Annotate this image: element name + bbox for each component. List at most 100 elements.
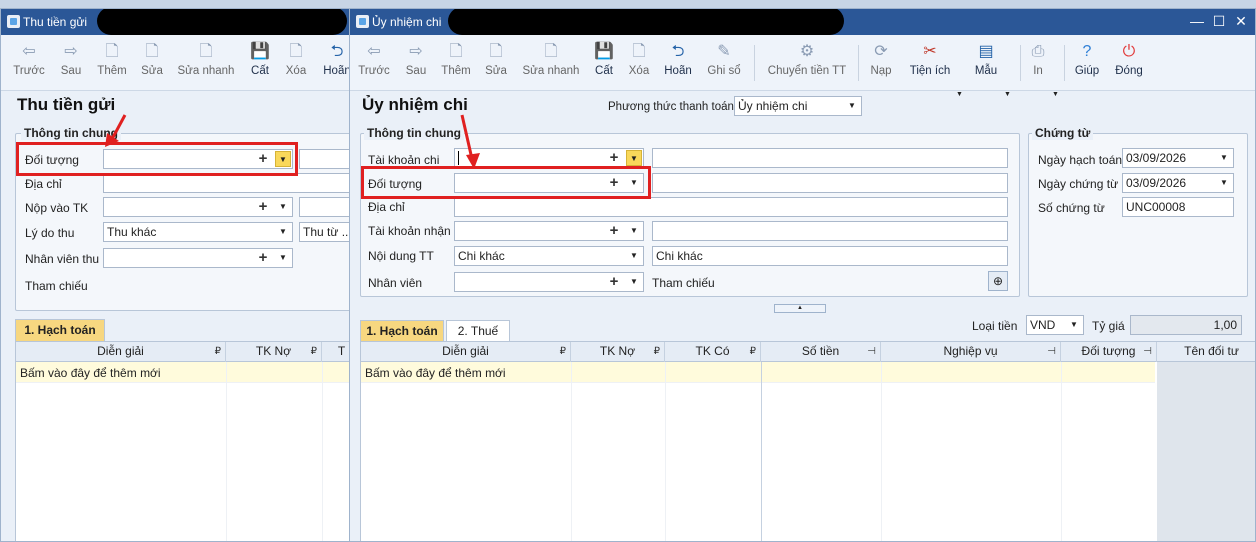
pin-icon[interactable]: ₽ (750, 342, 756, 361)
btn-hoan[interactable]: ⮌ Hoãn (660, 41, 696, 87)
col-doi-tuong[interactable]: Đối tượng ⊣ (1061, 342, 1157, 362)
plus-icon[interactable]: + (607, 222, 621, 239)
chevron-down-icon[interactable]: ▼ (626, 274, 642, 290)
back-doi-tuong-name-field[interactable] (299, 149, 354, 169)
power-icon: ⏻ (1122, 43, 1136, 60)
delete-icon: 🗋 (289, 43, 303, 60)
btn-mau[interactable]: ▤ Mẫu (970, 41, 1002, 87)
tai-khoan-nhan-name-field[interactable] (652, 221, 1008, 241)
pin-icon[interactable]: ₽ (311, 342, 317, 361)
ngay-chung-tu-field[interactable]: 03/09/2026 ▼ (1122, 173, 1234, 193)
noi-dung-tt-desc-field[interactable]: Chi khác (652, 246, 1008, 266)
tab-hach-toan[interactable]: 1. Hạch toán (360, 320, 444, 342)
pin-icon[interactable]: ₽ (215, 342, 221, 361)
so-chung-tu-field[interactable]: UNC00008 (1122, 197, 1234, 217)
red-arrow (460, 114, 480, 169)
chevron-down-icon[interactable]: ▼ (1216, 175, 1232, 191)
chevron-down-icon[interactable]: ▼ (956, 91, 963, 98)
maximize-icon[interactable]: ☐ (1208, 13, 1230, 30)
col-nghiep-vu[interactable]: Nghiệp vụ ⊣ (881, 342, 1061, 362)
nhan-vien-field[interactable]: + ▼ (454, 272, 644, 292)
btn-dong[interactable]: ⏻ Đóng (1112, 41, 1146, 87)
plus-icon[interactable]: + (256, 249, 270, 266)
col-ten-doi-tuong[interactable]: Tên đối tư (1157, 342, 1255, 362)
exchange-rate-field[interactable]: 1,00 (1130, 315, 1242, 335)
back-window-titlebar[interactable]: Thu tiền gửi (1, 9, 354, 35)
btn-sau[interactable]: ⇨ Sau (398, 41, 434, 87)
chevron-down-icon[interactable]: ▼ (626, 150, 642, 166)
doi-tuong-name-field[interactable] (652, 173, 1008, 193)
chevron-down-icon[interactable]: ▼ (844, 98, 860, 114)
chevron-down-icon[interactable]: ▼ (626, 223, 642, 239)
back-dia-chi-field[interactable] (103, 173, 354, 193)
btn-ghi-so[interactable]: ✎ Ghi sổ (704, 41, 744, 87)
btn-them[interactable]: 🗋 Thêm (438, 41, 474, 87)
chevron-down-icon[interactable]: ▼ (275, 199, 291, 215)
back-add-row[interactable]: Bấm vào đây để thêm mới (16, 362, 354, 383)
back-btn-cat[interactable]: 💾 Cất (245, 41, 275, 87)
tai-khoan-chi-field[interactable]: + ▼ (454, 148, 644, 168)
chevron-down-icon[interactable]: ▼ (1004, 91, 1011, 98)
pin-icon[interactable]: ⊣ (1047, 342, 1056, 361)
btn-giup[interactable]: ? Giúp (1070, 41, 1104, 87)
back-grid-header: Diễn giải ₽ TK Nợ ₽ T (16, 342, 354, 362)
plus-icon[interactable]: + (607, 273, 621, 290)
back-nop-vao-tk-name-field[interactable] (299, 197, 354, 217)
chevron-down-icon[interactable]: ▼ (1216, 150, 1232, 166)
pin-icon[interactable]: ⊣ (1143, 342, 1152, 361)
back-btn-xoa[interactable]: 🗋 Xóa (281, 41, 311, 87)
btn-cat[interactable]: 💾 Cất (590, 41, 618, 87)
back-col-tk-no[interactable]: TK Nợ ₽ (226, 342, 322, 362)
back-btn-sau[interactable]: ⇨ Sau (53, 41, 89, 87)
grid-line (761, 362, 762, 541)
tai-khoan-chi-name-field[interactable] (652, 148, 1008, 168)
noi-dung-tt-select[interactable]: Chi khác ▼ (454, 246, 644, 266)
front-window-titlebar[interactable]: Ủy nhiệm chi — ☐ ✕ (350, 9, 1255, 35)
col-dien-giai[interactable]: Diễn giải ₽ (361, 342, 571, 362)
plus-icon[interactable]: + (607, 149, 621, 166)
payment-method-select[interactable]: Ủy nhiệm chi ▼ (734, 96, 862, 116)
add-row[interactable]: Bấm vào đây để thêm mới (361, 362, 1155, 383)
tab-thue[interactable]: 2. Thuế (446, 320, 510, 342)
back-btn-sua[interactable]: 🗋 Sửa (135, 41, 169, 87)
back-ly-do-thu-select[interactable]: Thu khác ▼ (103, 222, 293, 242)
btn-tien-ich[interactable]: ✂ Tiện ích (906, 41, 954, 87)
minimize-icon[interactable]: — (1186, 13, 1208, 29)
back-btn-truoc[interactable]: ⇦ Trước (11, 41, 47, 87)
label-tai-khoan-chi: Tài khoản chi (368, 153, 440, 167)
tai-khoan-nhan-field[interactable]: + ▼ (454, 221, 644, 241)
btn-sua[interactable]: 🗋 Sửa (480, 41, 512, 87)
pin-icon[interactable]: ⊣ (867, 342, 876, 361)
btn-in[interactable]: ⎙ In (1026, 41, 1050, 87)
back-nhan-vien-thu-field[interactable]: + ▼ (103, 248, 293, 268)
back-ly-do-thu-desc[interactable]: Thu từ ... (299, 222, 354, 242)
pin-icon[interactable]: ₽ (560, 342, 566, 361)
chevron-down-icon[interactable]: ▼ (626, 248, 642, 264)
chevron-down-icon[interactable]: ▼ (275, 250, 291, 266)
chevron-down-icon[interactable]: ▼ (1052, 91, 1059, 98)
btn-chuyen-tien-tt[interactable]: ⚙ Chuyển tiền TT (764, 41, 850, 87)
grid-line (881, 362, 882, 541)
pin-icon[interactable]: ₽ (654, 342, 660, 361)
back-col-dien-giai[interactable]: Diễn giải ₽ (16, 342, 226, 362)
btn-truoc[interactable]: ⇦ Trước (356, 41, 392, 87)
collapse-handle[interactable]: ▲ (774, 304, 826, 313)
chevron-down-icon[interactable]: ▼ (275, 224, 291, 240)
plus-icon[interactable]: + (256, 198, 270, 215)
back-btn-sua-nhanh[interactable]: 🗋 Sửa nhanh (175, 41, 237, 87)
currency-select[interactable]: VND ▼ (1026, 315, 1084, 335)
back-nop-vao-tk-field[interactable]: + ▼ (103, 197, 293, 217)
btn-nap[interactable]: ⟳ Nạp (864, 41, 898, 87)
col-tk-no[interactable]: TK Nợ ₽ (571, 342, 665, 362)
chevron-down-icon[interactable]: ▼ (1066, 317, 1082, 333)
back-btn-them[interactable]: 🗋 Thêm (93, 41, 131, 87)
btn-xoa[interactable]: 🗋 Xóa (624, 41, 654, 87)
col-so-tien[interactable]: Số tiền ⊣ (761, 342, 881, 362)
close-icon[interactable]: ✕ (1230, 13, 1252, 30)
dia-chi-field[interactable] (454, 197, 1008, 217)
btn-sua-nhanh[interactable]: 🗋 Sửa nhanh (520, 41, 582, 87)
back-tab-hach-toan[interactable]: 1. Hạch toán (15, 319, 105, 341)
ngay-hach-toan-field[interactable]: 03/09/2026 ▼ (1122, 148, 1234, 168)
tham-chieu-search-button[interactable]: ⊕ (988, 271, 1008, 291)
col-tk-co[interactable]: TK Có ₽ (665, 342, 761, 362)
